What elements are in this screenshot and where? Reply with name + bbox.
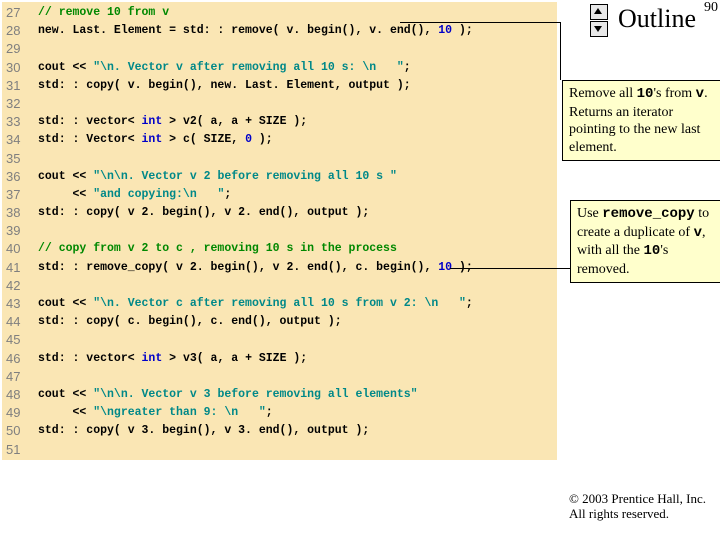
line-number: 44 <box>6 313 38 331</box>
line-number: 31 <box>6 77 38 95</box>
outline-header: Outline <box>578 4 708 38</box>
code-line: cout << "\n. Vector v after removing all… <box>38 59 473 77</box>
line-number: 29 <box>6 40 38 58</box>
code-line <box>38 95 473 113</box>
callout-remove-copy: Use remove_copy to create a duplicate of… <box>570 200 720 283</box>
code-line: std: : remove_copy( v 2. begin(), v 2. e… <box>38 259 473 277</box>
line-number: 35 <box>6 150 38 168</box>
code-line: std: : copy( v 2. begin(), v 2. end(), o… <box>38 204 473 222</box>
line-number: 48 <box>6 386 38 404</box>
code-line: << "and copying:\n "; <box>38 186 473 204</box>
code-line <box>38 222 473 240</box>
line-numbers: 2728293031323334353637383940414243444546… <box>2 2 38 460</box>
line-number: 51 <box>6 441 38 459</box>
footer-line: All rights reserved. <box>569 506 706 522</box>
code-line: std: : copy( c. begin(), c. end(), outpu… <box>38 313 473 331</box>
outline-label: Outline <box>618 4 696 34</box>
code-line: std: : copy( v 3. begin(), v 3. end(), o… <box>38 422 473 440</box>
line-number: 49 <box>6 404 38 422</box>
code-line: std: : vector< int > v2( a, a + SIZE ); <box>38 113 473 131</box>
line-number: 27 <box>6 4 38 22</box>
code-line: // copy from v 2 to c , removing 10 s in… <box>38 240 473 258</box>
code-line: cout << "\n\n. Vector v 3 before removin… <box>38 386 473 404</box>
line-number: 42 <box>6 277 38 295</box>
code-line: // remove 10 from v <box>38 4 473 22</box>
line-number: 38 <box>6 204 38 222</box>
line-number: 33 <box>6 113 38 131</box>
line-number: 45 <box>6 331 38 349</box>
copyright-footer: © 2003 Prentice Hall, Inc. All rights re… <box>569 491 706 522</box>
line-number: 47 <box>6 368 38 386</box>
code-line: cout << "\n\n. Vector v 2 before removin… <box>38 168 473 186</box>
line-number: 30 <box>6 59 38 77</box>
line-number: 32 <box>6 95 38 113</box>
line-number: 40 <box>6 240 38 258</box>
code-line: std: : Vector< int > c( SIZE, 0 ); <box>38 131 473 149</box>
callout-remove: Remove all 10's from v. Returns an itera… <box>562 80 720 161</box>
outline-up-button[interactable] <box>590 4 608 20</box>
code-line: cout << "\n. Vector c after removing all… <box>38 295 473 313</box>
line-number: 37 <box>6 186 38 204</box>
leader-line <box>400 22 560 23</box>
line-number: 41 <box>6 259 38 277</box>
line-number: 46 <box>6 350 38 368</box>
code-line <box>38 277 473 295</box>
code-line <box>38 331 473 349</box>
footer-line: © 2003 Prentice Hall, Inc. <box>569 491 706 507</box>
code-line <box>38 441 473 459</box>
code-lines: // remove 10 from vnew. Last. Element = … <box>38 2 473 460</box>
line-number: 34 <box>6 131 38 149</box>
line-number: 50 <box>6 422 38 440</box>
code-line <box>38 150 473 168</box>
code-block: 2728293031323334353637383940414243444546… <box>2 2 557 460</box>
code-line: new. Last. Element = std: : remove( v. b… <box>38 22 473 40</box>
code-line <box>38 40 473 58</box>
outline-down-button[interactable] <box>590 21 608 37</box>
code-line: std: : vector< int > v3( a, a + SIZE ); <box>38 350 473 368</box>
code-line: std: : copy( v. begin(), new. Last. Elem… <box>38 77 473 95</box>
line-number: 43 <box>6 295 38 313</box>
slide: 2728293031323334353637383940414243444546… <box>0 0 720 540</box>
code-line <box>38 368 473 386</box>
leader-line <box>560 22 561 80</box>
line-number: 36 <box>6 168 38 186</box>
code-line: << "\ngreater than 9: \n "; <box>38 404 473 422</box>
leader-line <box>450 268 588 269</box>
line-number: 39 <box>6 222 38 240</box>
line-number: 28 <box>6 22 38 40</box>
